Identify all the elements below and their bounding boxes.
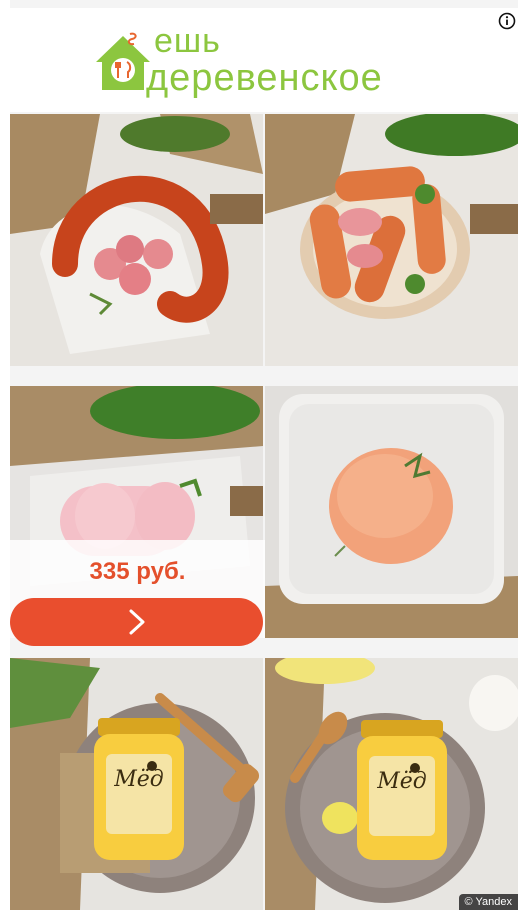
sausage-ring-image [10,114,263,366]
header: ешь деревенское [10,8,518,112]
sausages-image [265,114,518,366]
honey-jar-right-image: Мёд [265,658,518,910]
brand-logo[interactable]: ешь деревенское [92,14,452,106]
ad-attribution[interactable]: © Yandex [458,894,518,910]
chevron-right-icon [129,609,144,635]
price-label: 335 руб. [89,558,186,585]
product-tile-honey-right[interactable]: Мёд [265,658,518,910]
product-tile-sausage-ring[interactable] [10,114,263,366]
minced-meat-image [265,386,518,638]
info-icon[interactable] [498,12,516,30]
ad-banner[interactable]: ешь деревенское Мёд Мёд 335 руб. © Yande… [0,0,518,910]
next-button[interactable] [10,598,263,646]
product-tile-sausages[interactable] [265,114,518,366]
honey-label-title: Мёд [376,769,427,794]
product-tile-minced-meat[interactable] [265,386,518,638]
honey-label-title: Мёд [113,767,164,792]
brand-line-2: деревенское [146,57,383,99]
honey-jar-left-image: Мёд [10,658,263,910]
product-tile-honey-left[interactable]: Мёд [10,658,263,910]
left-margin [0,0,10,910]
brand-line-1: ешь [154,22,221,60]
house-logo-icon [96,32,150,90]
